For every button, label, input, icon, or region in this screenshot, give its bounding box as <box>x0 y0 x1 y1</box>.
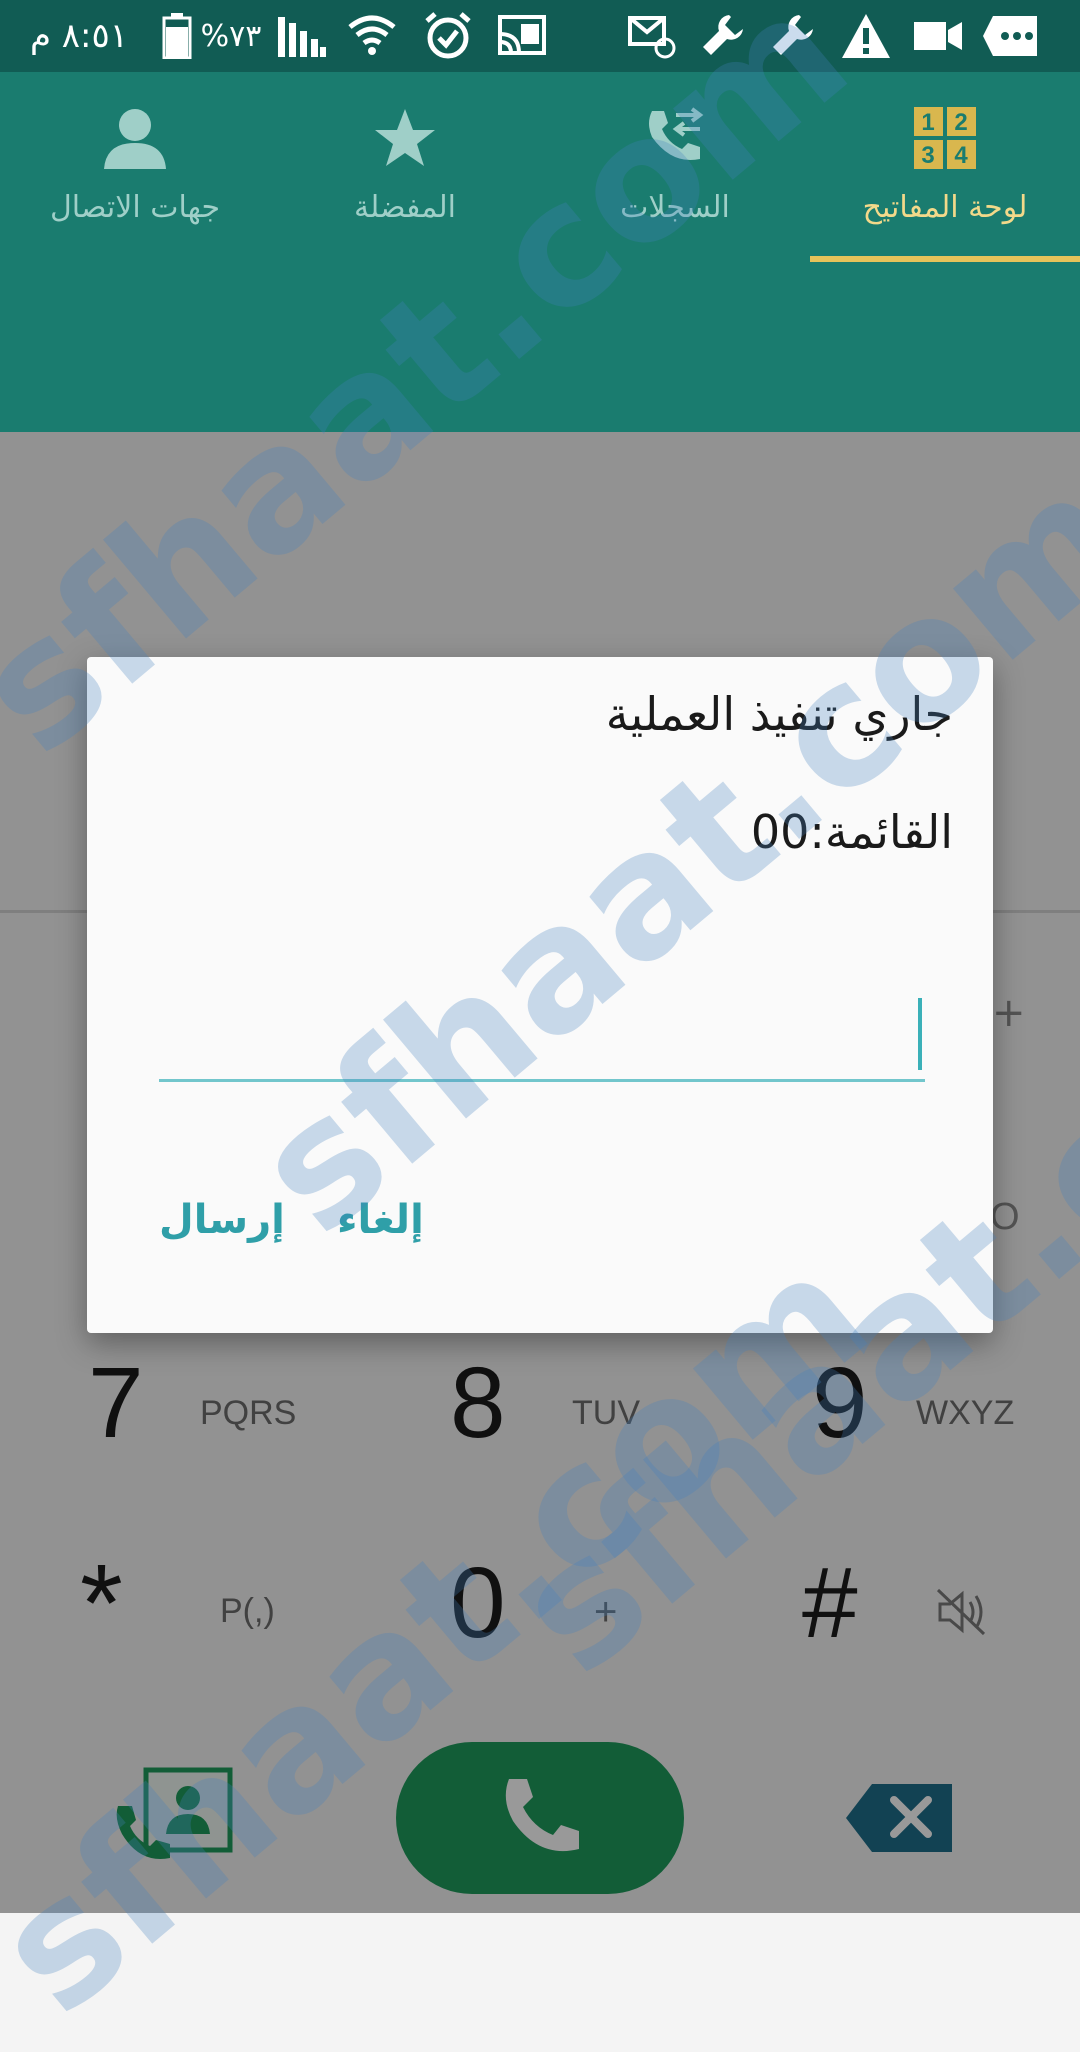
contacts-icon <box>102 100 168 176</box>
cast-icon <box>494 8 550 64</box>
tab-favorites[interactable]: المفضلة <box>270 72 540 262</box>
email-icon <box>624 8 680 64</box>
svg-text:2: 2 <box>954 109 967 136</box>
chat-icon <box>980 8 1040 64</box>
send-button[interactable]: إرسال <box>159 1197 285 1243</box>
dialog-message: القائمة:00 <box>750 805 953 859</box>
status-bar: ٨:٥١ م %٧٣ <box>0 0 1080 72</box>
svg-text:4: 4 <box>954 142 968 169</box>
app-bar: 1 2 3 4 لوحة المفاتيح السجلات المفضلة جه… <box>0 72 1080 432</box>
text-caret <box>918 998 922 1070</box>
svg-text:3: 3 <box>921 142 934 169</box>
ussd-dialog: جاري تنفيذ العملية القائمة:00 إلغاء إرسا… <box>87 657 993 1333</box>
tab-label: لوحة المفاتيح <box>862 190 1028 225</box>
wifi-icon <box>344 8 400 64</box>
tab-label: السجلات <box>620 190 730 225</box>
tab-keypad[interactable]: 1 2 3 4 لوحة المفاتيح <box>810 72 1080 262</box>
cancel-button[interactable]: إلغاء <box>337 1197 424 1243</box>
star-icon <box>372 100 438 176</box>
video-icon <box>910 8 966 64</box>
battery-icon <box>160 8 194 64</box>
call-log-icon <box>642 100 708 176</box>
tab-logs[interactable]: السجلات <box>540 72 810 262</box>
alarm-icon <box>420 8 476 64</box>
warning-icon <box>838 8 894 64</box>
wrench-icon <box>696 8 752 64</box>
response-input[interactable] <box>159 987 925 1082</box>
dialog-title: جاري تنفيذ العملية <box>605 687 953 741</box>
wrench-icon <box>766 8 822 64</box>
tab-contacts[interactable]: جهات الاتصال <box>0 72 270 262</box>
tab-indicator <box>810 256 1080 262</box>
signal-icon <box>274 8 330 64</box>
tab-label: المفضلة <box>353 190 457 225</box>
svg-text:1: 1 <box>921 109 934 136</box>
battery-percent: %٧٣ <box>200 18 262 54</box>
status-time: ٨:٥١ م <box>29 16 129 56</box>
keypad-icon: 1 2 3 4 <box>912 100 978 176</box>
tab-label: جهات الاتصال <box>49 190 221 225</box>
